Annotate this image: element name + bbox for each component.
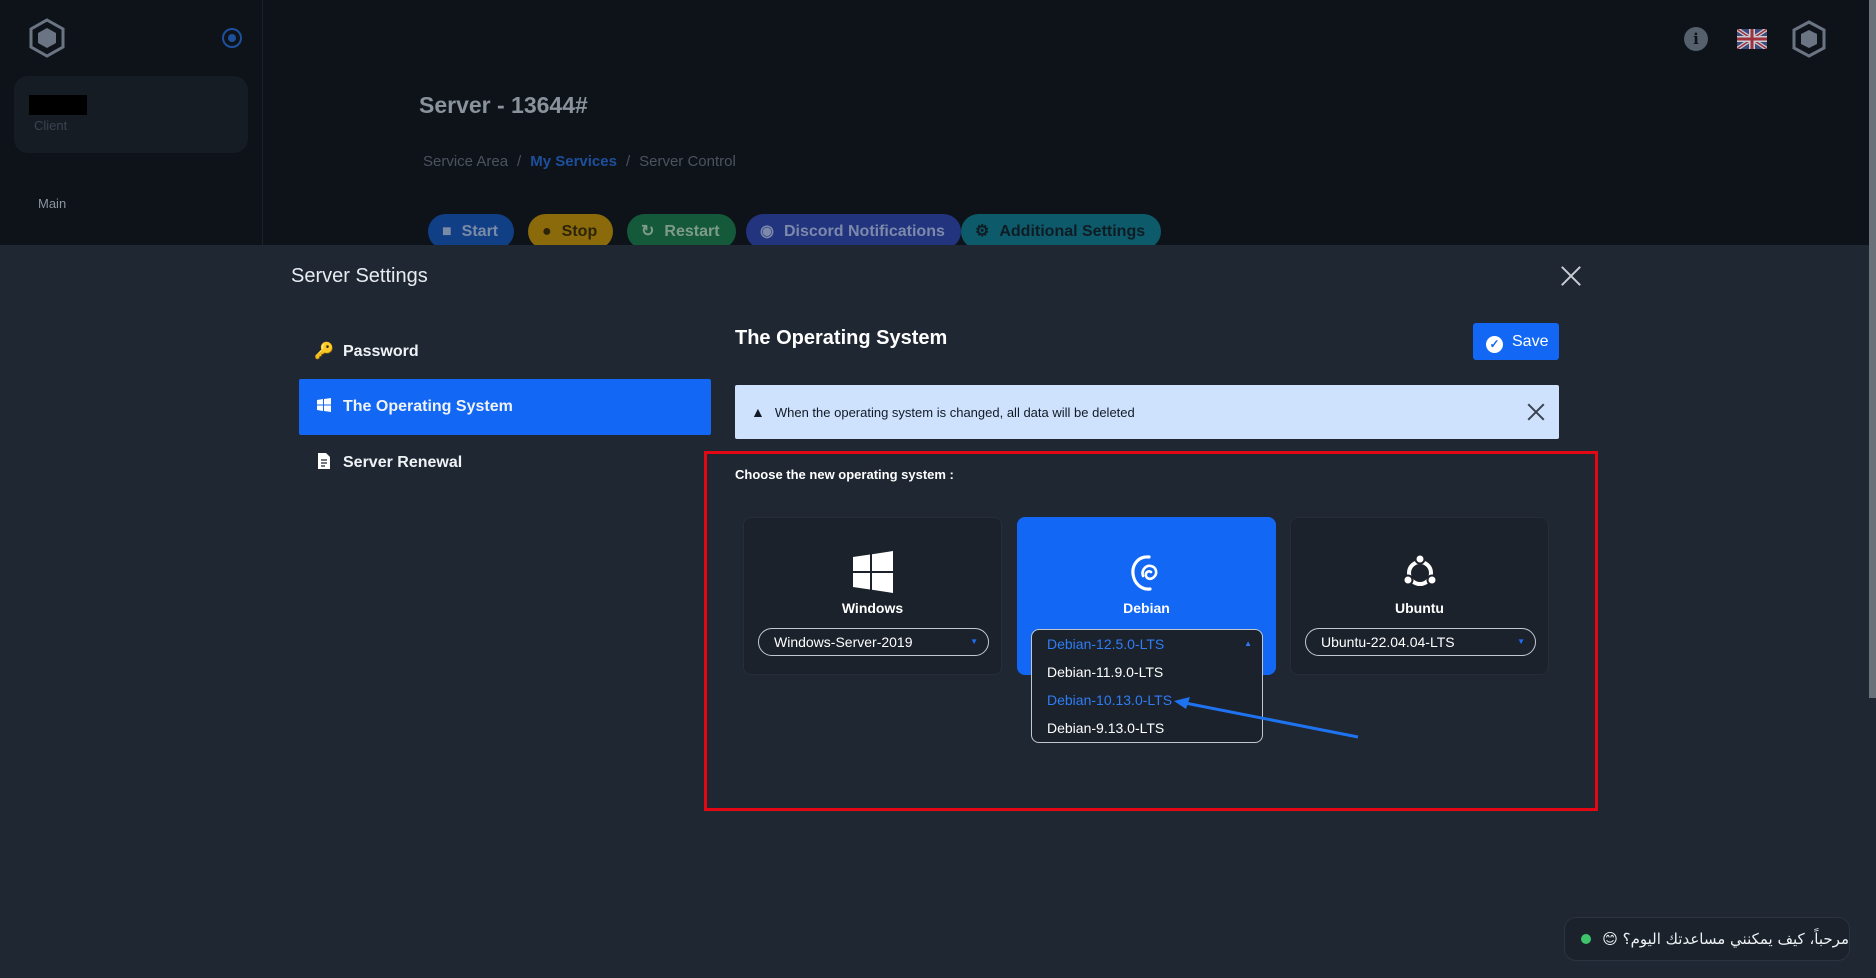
windows-logo-icon [853, 551, 893, 593]
os-card-windows[interactable]: Windows Windows-Server-2019 ▼ [743, 517, 1002, 675]
os-card-ubuntu[interactable]: Ubuntu Ubuntu-22.04.04-LTS ▼ [1290, 517, 1549, 675]
stop-button[interactable]: ● Stop [528, 214, 614, 249]
breadcrumb-service-area[interactable]: Service Area [423, 153, 508, 170]
windows-version-select[interactable]: Windows-Server-2019 ▼ [758, 628, 989, 656]
alert-text: When the operating system is changed, al… [774, 405, 1135, 420]
os-name-windows: Windows [841, 600, 904, 616]
breadcrumb-server-control: Server Control [639, 153, 736, 170]
caret-up-icon: ▲ [1244, 639, 1252, 648]
warning-alert: ▲ When the operating system is changed, a… [735, 385, 1559, 439]
sidebar-section-main: Main [38, 196, 67, 211]
gear-icon: ⚙ [975, 223, 990, 240]
info-icon[interactable]: i [1684, 27, 1708, 51]
discord-icon: ◉ [760, 223, 774, 240]
ubuntu-logo-icon [1402, 553, 1438, 586]
side-menu-operating-system[interactable]: The Operating System [299, 379, 711, 435]
sidebar-toggle-icon[interactable] [222, 28, 242, 48]
chat-greeting-bubble[interactable]: مرحباً، كيف يمكنني مساعدتك اليوم؟ 😊 [1564, 917, 1850, 961]
online-status-icon [1581, 934, 1592, 944]
sidebar: Client Main [0, 0, 263, 245]
alert-close-icon[interactable] [1527, 403, 1545, 421]
page-scrollbar[interactable] [1869, 0, 1876, 698]
uk-flag-icon[interactable] [1737, 29, 1767, 49]
page-title: Server - 13644# [419, 92, 588, 118]
dropdown-option[interactable]: Debian-11.9.0-LTS [1032, 658, 1262, 686]
breadcrumb-my-services[interactable]: My Services [530, 153, 617, 170]
document-icon [313, 435, 335, 491]
side-menu-password[interactable]: 🔑 Password [299, 324, 711, 380]
caret-down-icon: ▼ [1517, 637, 1525, 646]
brand-logo-icon[interactable] [28, 18, 66, 58]
ubuntu-version-select[interactable]: Ubuntu-22.04.04-LTS ▼ [1305, 628, 1536, 656]
caret-down-icon: ▼ [970, 637, 978, 646]
key-icon: 🔑 [314, 343, 334, 360]
modal-title: Server Settings [291, 265, 428, 287]
additional-settings-button[interactable]: ⚙ Additional Settings [961, 214, 1162, 249]
circle-icon: ● [542, 223, 552, 240]
profile-role: Client [34, 118, 68, 133]
discord-notifications-button[interactable]: ◉ Discord Notifications [746, 214, 961, 249]
breadcrumb: Service Area / My Services / Server Control [423, 153, 736, 170]
debian-logo-icon [1131, 555, 1158, 591]
restart-button[interactable]: ↻ Restart [627, 214, 736, 249]
windows-icon [313, 379, 335, 435]
profile-name-redacted [29, 95, 87, 115]
os-name-ubuntu: Ubuntu [1395, 600, 1444, 616]
save-button[interactable]: ✓ Save [1473, 323, 1559, 360]
start-button[interactable]: ■ Start [428, 214, 515, 249]
refresh-icon: ↻ [641, 223, 655, 240]
stop-square-icon: ■ [442, 223, 452, 240]
chat-greeting-text: مرحباً، كيف يمكنني مساعدتك اليوم؟ 😊 [1602, 930, 1849, 948]
check-circle-icon: ✓ [1486, 336, 1503, 353]
account-logo-icon[interactable] [1792, 20, 1826, 58]
server-settings-modal: Server Settings 🔑 Password The Operating … [0, 245, 1876, 978]
dropdown-option-selected[interactable]: Debian-12.5.0-LTS ▲ [1032, 630, 1262, 658]
close-icon[interactable] [1560, 265, 1582, 287]
choose-os-label: Choose the new operating system : [735, 467, 954, 482]
side-menu-server-renewal[interactable]: Server Renewal [299, 435, 711, 491]
os-name-debian: Debian [1123, 600, 1170, 616]
warning-icon: ▲ [751, 404, 765, 420]
annotation-arrow [1174, 697, 1359, 739]
profile-card[interactable]: Client [14, 76, 248, 153]
section-title: The Operating System [735, 327, 948, 349]
background-app: Client Main i Server - 13644# Service Ar… [0, 0, 1876, 249]
